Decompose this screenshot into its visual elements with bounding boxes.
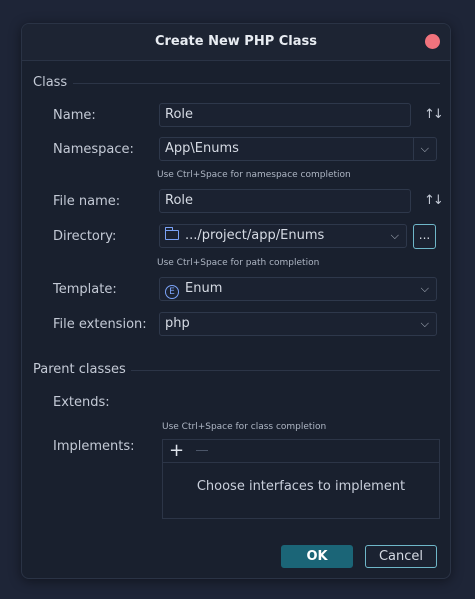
browse-directory-button[interactable]: ... bbox=[413, 224, 436, 249]
implements-toolbar: + bbox=[163, 440, 439, 463]
folder-icon bbox=[165, 227, 179, 240]
swap-case-icon[interactable]: ↑↓ bbox=[424, 193, 444, 208]
section-parent-classes-label: Parent classes bbox=[33, 362, 126, 377]
create-php-class-dialog: Create New PHP Class Class Name: Role ↑↓… bbox=[21, 23, 451, 579]
template-combobox[interactable]: E Enum ⌵ bbox=[159, 277, 437, 301]
combo-divider bbox=[413, 138, 414, 160]
implements-list[interactable]: + Choose interfaces to implement bbox=[162, 439, 440, 519]
directory-value: .../project/app/Enums bbox=[185, 228, 325, 243]
namespace-label: Namespace: bbox=[53, 142, 134, 157]
implements-hint: Use Ctrl+Space for class completion bbox=[162, 422, 327, 432]
screen: { "dialog": { "title": "Create New PHP C… bbox=[0, 0, 475, 599]
title-bar: Create New PHP Class bbox=[22, 24, 450, 61]
section-parent-separator bbox=[131, 370, 440, 371]
add-icon[interactable]: + bbox=[169, 440, 184, 462]
remove-icon[interactable] bbox=[196, 450, 208, 451]
namespace-combobox[interactable]: App\Enums ⌵ bbox=[159, 137, 437, 161]
implements-label: Implements: bbox=[53, 439, 135, 454]
template-label: Template: bbox=[53, 282, 117, 297]
directory-label: Directory: bbox=[53, 229, 117, 244]
swap-case-icon[interactable]: ↑↓ bbox=[424, 107, 444, 122]
name-label: Name: bbox=[53, 108, 96, 123]
cancel-button[interactable]: Cancel bbox=[365, 545, 437, 568]
section-class-label: Class bbox=[33, 75, 68, 90]
namespace-value: App\Enums bbox=[165, 141, 239, 156]
chevron-down-icon[interactable]: ⌵ bbox=[421, 138, 429, 160]
file-name-input[interactable]: Role bbox=[159, 189, 411, 213]
chevron-down-icon[interactable]: ⌵ bbox=[421, 278, 429, 300]
dialog-title: Create New PHP Class bbox=[154, 34, 318, 49]
file-extension-combobox[interactable]: php ⌵ bbox=[159, 312, 437, 336]
directory-hint: Use Ctrl+Space for path completion bbox=[157, 258, 320, 268]
enum-icon: E bbox=[165, 285, 179, 299]
file-extension-value: php bbox=[165, 316, 190, 331]
chevron-down-icon[interactable]: ⌵ bbox=[391, 225, 399, 247]
directory-combobox[interactable]: .../project/app/Enums ⌵ bbox=[159, 224, 407, 248]
file-name-label: File name: bbox=[53, 194, 121, 209]
template-value: Enum bbox=[185, 281, 223, 296]
chevron-down-icon[interactable]: ⌵ bbox=[421, 313, 429, 335]
extends-label: Extends: bbox=[53, 395, 110, 410]
implements-empty-text: Choose interfaces to implement bbox=[196, 479, 406, 494]
namespace-hint: Use Ctrl+Space for namespace completion bbox=[157, 170, 351, 180]
ok-button[interactable]: OK bbox=[281, 545, 353, 568]
section-class-separator bbox=[73, 83, 440, 84]
file-extension-label: File extension: bbox=[53, 317, 147, 332]
name-input[interactable]: Role bbox=[159, 103, 411, 127]
close-icon[interactable] bbox=[425, 34, 440, 49]
